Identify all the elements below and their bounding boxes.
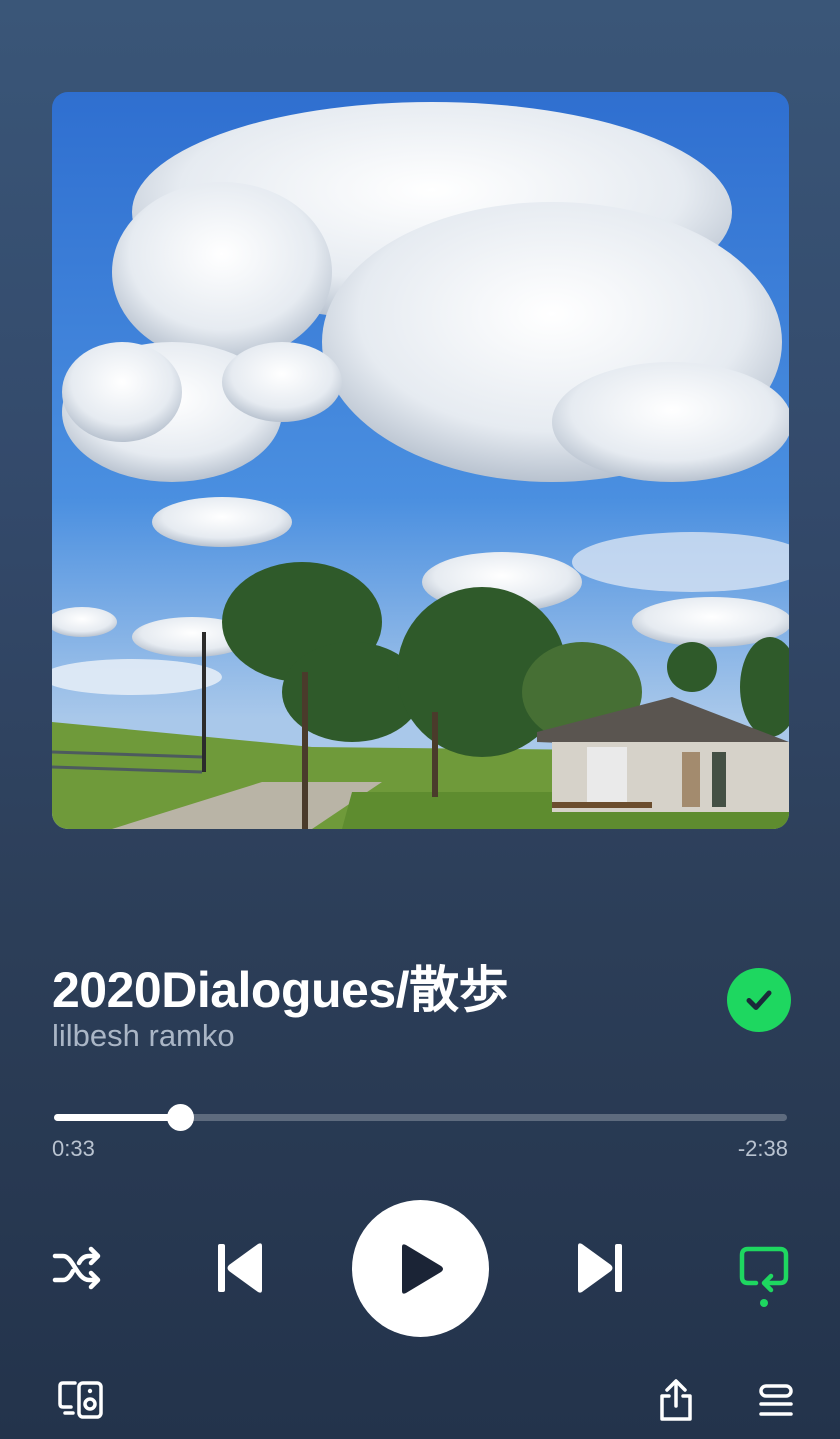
saved-to-library-button[interactable] bbox=[727, 968, 791, 1032]
repeat-icon bbox=[739, 1246, 789, 1307]
queue-icon bbox=[759, 1384, 793, 1416]
shuffle-icon bbox=[52, 1246, 101, 1290]
check-icon bbox=[746, 990, 772, 1010]
share-button[interactable] bbox=[652, 1376, 700, 1424]
progress-thumb[interactable] bbox=[167, 1104, 195, 1131]
previous-track-button[interactable] bbox=[210, 1238, 270, 1298]
skip-previous-icon bbox=[218, 1243, 262, 1293]
share-icon bbox=[660, 1379, 692, 1421]
remaining-time: -2:38 bbox=[737, 1136, 788, 1161]
progress-bar[interactable] bbox=[54, 1104, 787, 1131]
track-artist[interactable]: lilbesh ramko bbox=[52, 1018, 235, 1054]
next-track-button[interactable] bbox=[570, 1238, 630, 1298]
album-artwork bbox=[52, 92, 789, 829]
skip-next-icon bbox=[578, 1243, 622, 1293]
album-artwork-image bbox=[52, 92, 789, 829]
play-button[interactable] bbox=[352, 1200, 489, 1337]
track-title[interactable]: 2020Dialogues/散歩 bbox=[52, 950, 509, 1022]
play-icon bbox=[401, 1243, 443, 1294]
shuffle-button[interactable] bbox=[48, 1240, 108, 1296]
elapsed-time: 0:33 bbox=[52, 1136, 95, 1161]
progress-fill bbox=[54, 1114, 181, 1121]
connect-devices-button[interactable] bbox=[55, 1378, 107, 1422]
queue-button[interactable] bbox=[754, 1380, 798, 1420]
connect-devices-icon bbox=[58, 1381, 103, 1419]
repeat-button[interactable] bbox=[734, 1240, 794, 1310]
